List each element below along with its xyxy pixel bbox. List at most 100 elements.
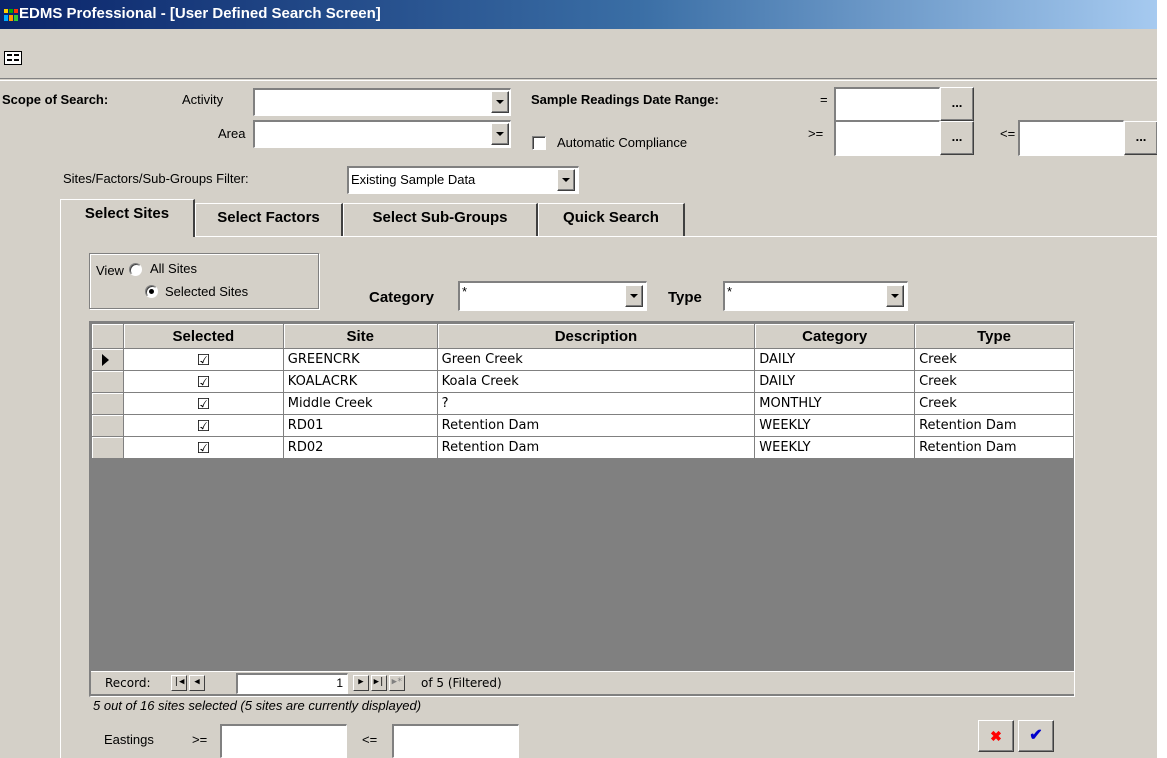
row-selector[interactable] [91,392,124,415]
table-row[interactable]: ☑ RD02 Retention Dam WEEKLY Retention Dam [91,436,1074,459]
cell-site[interactable]: KOALACRK [282,370,438,393]
cell-type[interactable]: Retention Dam [914,436,1074,459]
tab-quick-search[interactable]: Quick Search [538,203,685,236]
selected-checkbox[interactable]: ☑ [122,348,284,371]
cell-site[interactable]: RD02 [282,436,438,459]
tab-select-factors[interactable]: Select Factors [195,203,343,236]
record-label: Record: [105,676,151,690]
row-selector[interactable] [91,436,124,459]
sites-table: Selected Site Description Category Type … [91,323,1074,459]
cell-category[interactable]: DAILY [754,348,916,371]
type-dropdown-button[interactable] [886,285,904,307]
activity-combo[interactable] [253,88,511,116]
date-ge-field[interactable] [834,120,940,156]
table-row[interactable]: ☑ Middle Creek? MONTHLY Creek [91,392,1074,415]
radio-selected-sites[interactable] [145,285,158,298]
table-row[interactable]: ☑ KOALACRK Koala Creek DAILY Creek [91,370,1074,393]
radio-all-sites[interactable] [129,263,142,276]
cell-description[interactable]: Retention Dam [436,436,756,459]
eastings-le-field[interactable] [392,724,519,758]
checkmark-icon: ✔ [1029,727,1043,744]
automatic-compliance-checkbox[interactable] [532,136,546,150]
activity-dropdown-button[interactable] [491,91,509,113]
column-header-category[interactable]: Category [754,323,916,349]
cell-description[interactable]: Koala Creek [436,370,756,393]
cell-site[interactable]: Middle Creek [282,392,438,415]
filter-dropdown-button[interactable] [557,169,575,191]
previous-record-icon[interactable]: ◀ [189,675,205,691]
cell-type[interactable]: Retention Dam [914,414,1074,437]
row-selector[interactable] [91,414,124,437]
next-record-icon[interactable]: ▶ [353,675,369,691]
cell-type[interactable]: Creek [914,370,1074,393]
eastings-label: Eastings [104,732,154,747]
eastings-ge-operator: >= [192,732,208,747]
filter-combo[interactable]: Existing Sample Data [347,166,579,194]
radio-selected-sites-label: Selected Sites [165,284,249,299]
cell-category[interactable]: DAILY [754,370,916,393]
form-view-icon[interactable] [4,51,22,65]
record-total: of 5 (Filtered) [421,676,502,690]
ok-button[interactable]: ✔ [1018,720,1054,752]
selected-checkbox[interactable]: ☑ [122,414,284,437]
cross-icon: ✖ [990,728,1002,744]
title-bar[interactable]: EDMS Professional - [User Defined Search… [0,0,1157,29]
toolbar [0,29,1157,81]
table-row[interactable]: ☑ GREENCRK Green Creek DAILY Creek [91,348,1074,371]
tab-select-sub-groups[interactable]: Select Sub-Groups [343,203,538,236]
date-range-label: Sample Readings Date Range: [531,92,719,107]
automatic-compliance-label: Automatic Compliance [557,135,688,150]
row-selector[interactable] [91,348,124,371]
cell-category[interactable]: WEEKLY [754,436,916,459]
cell-site[interactable]: GREENCRK [282,348,438,371]
last-record-icon[interactable]: ▶| [371,675,387,691]
column-header-type[interactable]: Type [914,323,1074,349]
category-combo[interactable]: * [458,281,647,311]
tab-select-sites[interactable]: Select Sites [60,199,195,237]
date-eq-picker-button[interactable]: ... [940,87,974,121]
type-label: Type [668,289,702,306]
cell-description[interactable]: Green Creek [436,348,756,371]
cell-category[interactable]: WEEKLY [754,414,916,437]
category-dropdown-button[interactable] [625,285,643,307]
cell-site[interactable]: RD01 [282,414,438,437]
toolbar-divider [0,78,1157,81]
selected-checkbox[interactable]: ☑ [122,392,284,415]
selected-checkbox[interactable]: ☑ [122,436,284,459]
view-group [89,253,319,309]
cell-type[interactable]: Creek [914,348,1074,371]
category-label: Category [369,289,435,306]
cancel-button[interactable]: ✖ [978,720,1014,752]
date-le-field[interactable] [1018,120,1124,156]
cell-description[interactable]: ? [436,392,756,415]
view-label: View [96,263,124,278]
record-number-field[interactable]: 1 [236,673,348,694]
area-label: Area [218,126,246,141]
checkbox-checked-icon: ☑ [196,394,211,413]
cell-category[interactable]: MONTHLY [754,392,916,415]
date-ge-operator: >= [808,126,824,141]
table-row[interactable]: ☑ RD01 Retention Dam WEEKLY Retention Dam [91,414,1074,437]
column-header-site[interactable]: Site [282,323,438,349]
type-combo[interactable]: * [723,281,908,311]
area-dropdown-button[interactable] [491,123,509,145]
column-header-selected[interactable]: Selected [122,323,284,349]
checkbox-checked-icon: ☑ [196,372,211,391]
app-window: EDMS Professional - [User Defined Search… [0,0,1158,758]
eastings-ge-field[interactable] [220,724,347,758]
first-record-icon[interactable]: |◀ [171,675,187,691]
new-record-icon: ▶* [389,675,405,691]
cell-type[interactable]: Creek [914,392,1074,415]
date-ge-picker-button[interactable]: ... [940,121,974,155]
area-combo[interactable] [253,120,511,148]
column-header-description[interactable]: Description [436,323,756,349]
cell-description[interactable]: Retention Dam [436,414,756,437]
row-selector[interactable] [91,370,124,393]
date-eq-field[interactable] [834,87,940,121]
date-le-picker-button[interactable]: ... [1124,121,1157,155]
selected-checkbox[interactable]: ☑ [122,370,284,393]
scope-label: Scope of Search: [2,92,109,107]
radio-all-sites-label: All Sites [150,261,197,276]
sites-datasheet[interactable]: Selected Site Description Category Type … [89,321,1075,697]
filter-label: Sites/Factors/Sub-Groups Filter: [63,171,249,186]
